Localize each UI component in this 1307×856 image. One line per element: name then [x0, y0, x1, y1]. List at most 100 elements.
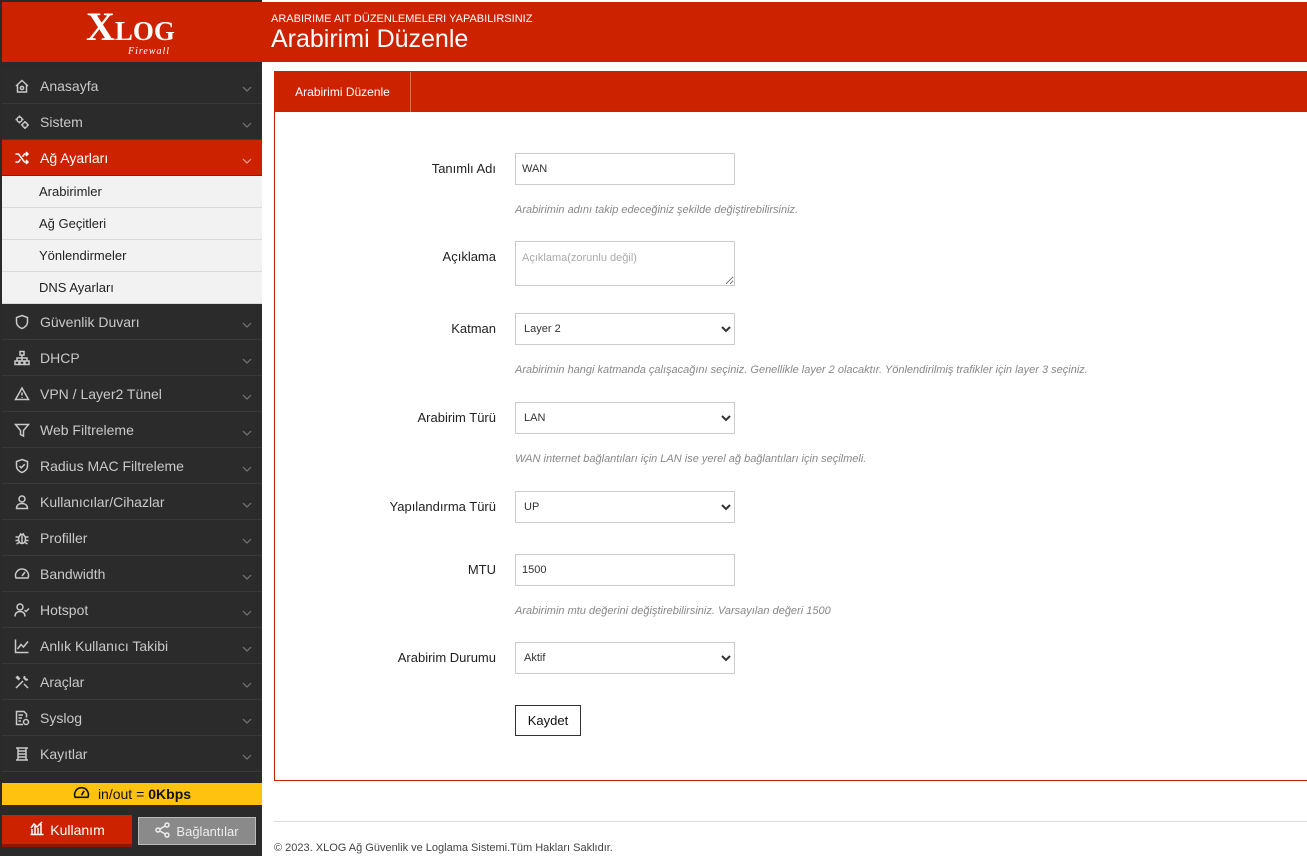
app-root: XLOG Firewall Anasayfa Sistem Ağ Ayarlar… — [0, 0, 1307, 856]
sidebar-item-sistem[interactable]: Sistem — [2, 104, 262, 140]
interface-type-select[interactable]: LAN — [515, 402, 735, 434]
sidebar-item-label: Araçlar — [40, 673, 85, 690]
sidebar-item-araclar[interactable]: Araçlar — [2, 664, 262, 700]
chevron-down-icon — [242, 153, 252, 164]
status-label: Arabirim Durumu — [397, 650, 496, 665]
logo-subtitle: Firewall — [128, 46, 171, 57]
layer-label: Katman — [451, 321, 496, 336]
save-button[interactable]: Kaydet — [515, 705, 581, 736]
logs-icon — [13, 745, 31, 763]
sidebar-item-label: DHCP — [40, 349, 80, 366]
sidebar-item-kayitlar[interactable]: Kayıtlar — [2, 736, 262, 772]
mtu-input[interactable] — [515, 554, 735, 586]
sidebar-item-anlik-takip[interactable]: Anlık Kullanıcı Takibi — [2, 628, 262, 664]
edit-interface-panel: Arabirimi Düzenle Tanımlı Adı Arabirimin… — [274, 71, 1307, 781]
home-icon — [13, 77, 31, 95]
chevron-down-icon — [242, 641, 252, 652]
usage-button[interactable]: Kullanım — [2, 815, 132, 847]
sidebar-item-dhcp[interactable]: DHCP — [2, 340, 262, 376]
status-select[interactable]: Aktif — [515, 642, 735, 674]
shield-check-icon — [13, 457, 31, 475]
submenu-item-yonlendirmeler[interactable]: Yönlendirmeler — [2, 240, 262, 272]
network-nodes-icon — [155, 821, 176, 841]
sidebar-item-ag-ayarlari[interactable]: Ağ Ayarları — [2, 140, 262, 176]
chevron-down-icon — [242, 497, 252, 508]
sidebar-item-label: VPN / Layer2 Tünel — [40, 385, 162, 402]
user-icon — [13, 493, 31, 511]
logo-text: XLOG — [86, 7, 175, 47]
sidebar-item-web-filtreleme[interactable]: Web Filtreleme — [2, 412, 262, 448]
chevron-down-icon — [242, 425, 252, 436]
sidebar-item-kullanicilar[interactable]: Kullanıcılar/Cihazlar — [2, 484, 262, 520]
interface-type-help-text: WAN internet bağlantıları için LAN ise y… — [515, 453, 867, 465]
chevron-down-icon — [242, 317, 252, 328]
chevron-down-icon — [242, 353, 252, 364]
usage-chart-icon — [29, 820, 50, 839]
chevron-down-icon — [242, 677, 252, 688]
logo-x: X — [86, 4, 115, 49]
sidebar-item-label: Ağ Ayarları — [40, 149, 109, 166]
speed-prefix: in/out = — [97, 786, 145, 802]
chevron-down-icon — [242, 389, 252, 400]
description-textarea[interactable] — [515, 241, 735, 286]
sidebar-item-anasayfa[interactable]: Anasayfa — [2, 68, 262, 104]
chevron-down-icon — [242, 605, 252, 616]
layer-select[interactable]: Layer 2 — [515, 313, 735, 345]
line-chart-icon — [13, 637, 31, 655]
panel-header: Arabirimi Düzenle — [275, 72, 1307, 112]
shield-icon — [13, 313, 31, 331]
logo-rest: LOG — [114, 16, 175, 46]
bug-icon — [13, 529, 31, 547]
sidebar-item-vpn[interactable]: VPN / Layer2 Tünel — [2, 376, 262, 412]
user-check-icon — [13, 601, 31, 619]
sidebar-item-radius-mac[interactable]: Radius MAC Filtreleme — [2, 448, 262, 484]
chevron-down-icon — [242, 533, 252, 544]
sidebar-item-hotspot[interactable]: Hotspot — [2, 592, 262, 628]
footer-divider — [274, 821, 1307, 822]
sidebar-item-label: Güvenlik Duvarı — [40, 313, 140, 330]
logo[interactable]: XLOG Firewall — [2, 2, 262, 62]
footer-copyright: © 2023. XLOG Ağ Güvenlik ve Loglama Sist… — [274, 842, 613, 854]
sidebar-item-label: Syslog — [40, 709, 83, 726]
sidebar-item-label: Profiller — [40, 529, 88, 546]
sidebar-item-syslog[interactable]: Syslog — [2, 700, 262, 736]
tab-arabirimi-duzenle[interactable]: Arabirimi Düzenle — [275, 72, 411, 112]
sidebar-item-guvenlik-duvari[interactable]: Güvenlik Duvarı — [2, 304, 262, 340]
shuffle-icon — [13, 149, 31, 167]
sidebar-item-label: Bandwidth — [40, 565, 106, 582]
filter-icon — [13, 421, 31, 439]
logo-mark: XLOG Firewall — [82, 7, 182, 58]
submenu-item-arabirimler[interactable]: Arabirimler — [2, 176, 262, 208]
page-subtitle: ARABIRIME AIT DÜZENLEMELERI YAPABILIRSIN… — [271, 13, 533, 25]
chevron-down-icon — [242, 713, 252, 724]
sitemap-icon — [13, 349, 31, 367]
submenu-item-ag-gecitleri[interactable]: Ağ Geçitleri — [2, 208, 262, 240]
speedometer-icon — [73, 784, 98, 804]
chevron-down-icon — [242, 81, 252, 92]
warning-icon — [13, 385, 31, 403]
sidebar-item-profiller[interactable]: Profiller — [2, 520, 262, 556]
chevron-down-icon — [242, 749, 252, 760]
mtu-label: MTU — [467, 562, 496, 577]
sidebar-item-label: Web Filtreleme — [40, 421, 134, 438]
gears-icon — [13, 113, 31, 131]
page-title: Arabirimi Düzenle — [271, 25, 469, 53]
config-type-select[interactable]: UP — [515, 491, 735, 523]
submenu-item-dns-ayarlari[interactable]: DNS Ayarları — [2, 272, 262, 304]
sidebar: XLOG Firewall Anasayfa Sistem Ağ Ayarlar… — [0, 0, 262, 856]
bandwidth-speed-indicator: in/out = 0Kbps — [2, 783, 262, 805]
sidebar-item-bandwidth[interactable]: Bandwidth — [2, 556, 262, 592]
name-input[interactable] — [515, 153, 735, 185]
tools-icon — [13, 673, 31, 691]
sidebar-item-label: Sistem — [40, 113, 83, 130]
sidebar-item-label: Anasayfa — [40, 77, 99, 94]
description-label: Açıklama — [442, 249, 496, 264]
sidebar-item-label: Kayıtlar — [40, 745, 88, 762]
sidebar-item-label: Hotspot — [40, 601, 89, 618]
connections-button[interactable]: Bağlantılar — [138, 817, 256, 845]
gauge-icon — [13, 565, 31, 583]
speed-value: 0Kbps — [148, 786, 192, 802]
page-header: ARABIRIME AIT DÜZENLEMELERI YAPABILIRSIN… — [262, 2, 1307, 62]
name-label: Tanımlı Adı — [431, 161, 496, 176]
sidebar-item-label: Anlık Kullanıcı Takibi — [40, 637, 169, 654]
